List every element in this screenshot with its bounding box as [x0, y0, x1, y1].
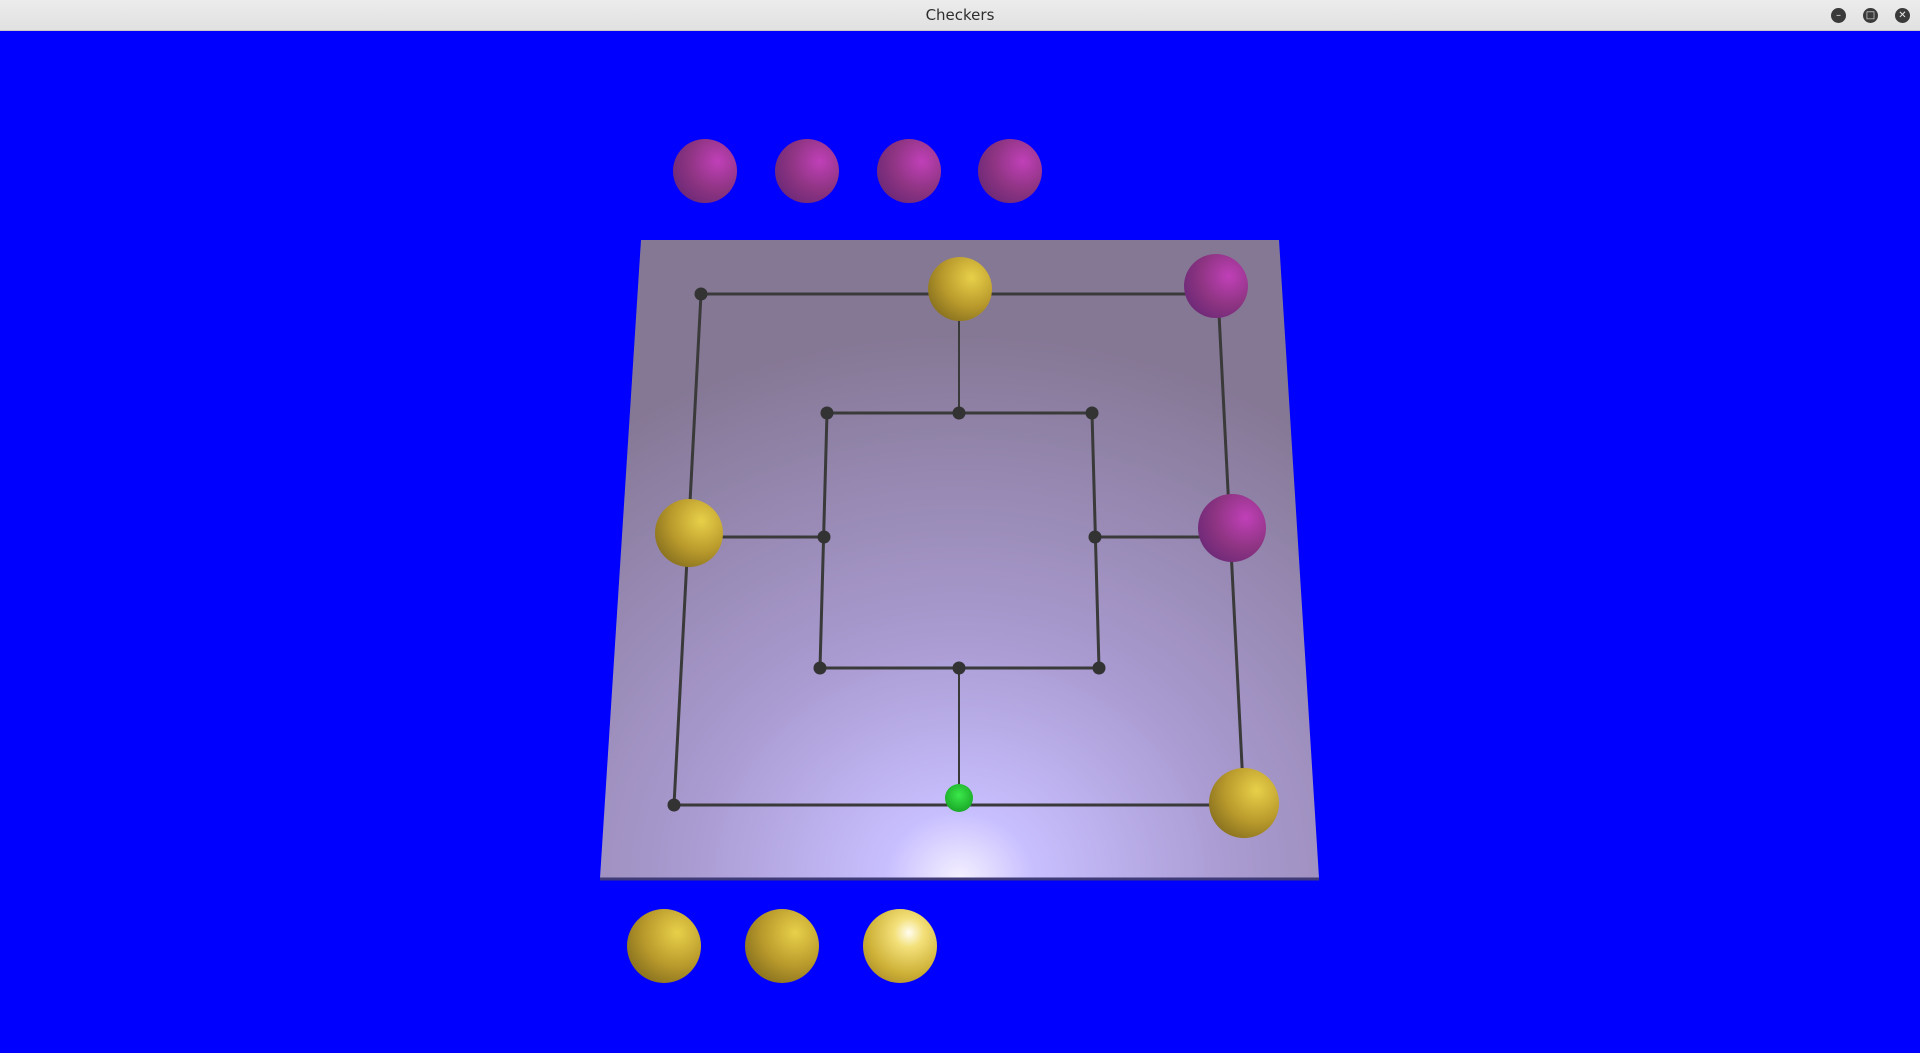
yellow-piece[interactable]: [928, 257, 992, 321]
reserve-yellow-piece-selected[interactable]: [863, 909, 937, 983]
yellow-reserve: [627, 909, 937, 983]
node-middle-bottom-mid[interactable]: [952, 661, 966, 675]
reserve-magenta-piece[interactable]: [877, 139, 941, 203]
node-middle-top-right[interactable]: [1085, 406, 1099, 420]
game-scene[interactable]: [0, 32, 1920, 1053]
node-middle-right-mid[interactable]: [1088, 530, 1102, 544]
node-middle-top-left[interactable]: [820, 406, 834, 420]
yellow-piece[interactable]: [1209, 768, 1279, 838]
magenta-piece[interactable]: [1198, 494, 1266, 562]
node-middle-top-mid[interactable]: [952, 406, 966, 420]
reserve-magenta-piece[interactable]: [775, 139, 839, 203]
reserve-magenta-piece[interactable]: [673, 139, 737, 203]
reserve-yellow-piece[interactable]: [745, 909, 819, 983]
window-title: Checkers: [925, 6, 995, 24]
reserve-magenta-piece[interactable]: [978, 139, 1042, 203]
reserve-yellow-piece[interactable]: [627, 909, 701, 983]
magenta-reserve: [673, 139, 1042, 203]
highlighted-node[interactable]: [945, 784, 973, 812]
node-middle-left-mid[interactable]: [817, 530, 831, 544]
magenta-piece[interactable]: [1184, 254, 1248, 318]
game-window: Checkers – □ ✕: [0, 0, 1920, 1053]
node-middle-bottom-right[interactable]: [1092, 661, 1106, 675]
node-middle-bottom-left[interactable]: [813, 661, 827, 675]
close-icon[interactable]: ✕: [1895, 8, 1910, 23]
yellow-piece[interactable]: [655, 499, 723, 567]
title-bar[interactable]: Checkers – □ ✕: [0, 0, 1920, 31]
minimize-icon[interactable]: –: [1831, 8, 1846, 23]
maximize-icon[interactable]: □: [1863, 8, 1878, 23]
node-outer-top-left[interactable]: [694, 287, 708, 301]
node-outer-bottom-left[interactable]: [667, 798, 681, 812]
